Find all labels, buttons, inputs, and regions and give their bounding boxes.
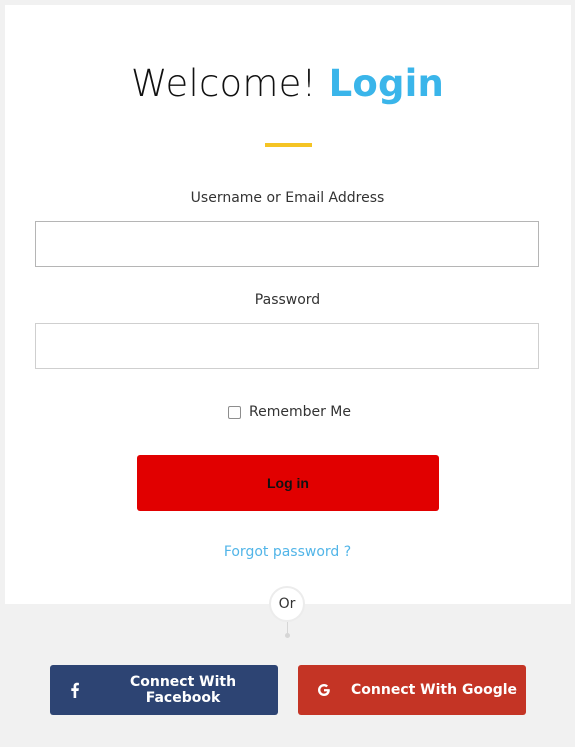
remember-checkbox[interactable] xyxy=(228,405,241,419)
title-welcome: Welcome! xyxy=(130,62,317,105)
title-divider xyxy=(265,143,312,147)
page-title: Welcome! Login xyxy=(0,62,575,105)
title-login: Login xyxy=(328,62,445,105)
remember-label: Remember Me xyxy=(249,404,351,420)
facebook-connect-button[interactable]: Connect With Facebook xyxy=(50,665,278,715)
login-button[interactable]: Log in xyxy=(137,455,439,511)
forgot-password-link[interactable]: Forgot password ? xyxy=(0,544,575,560)
username-field[interactable] xyxy=(35,221,539,267)
facebook-connect-label: Connect With Facebook xyxy=(129,674,237,706)
or-connector-dot xyxy=(285,633,290,638)
facebook-icon xyxy=(68,682,82,698)
password-label: Password xyxy=(254,292,321,308)
username-label: Username or Email Address xyxy=(190,190,385,206)
google-connect-label: Connect With Google xyxy=(351,682,518,698)
remember-me[interactable]: Remember Me xyxy=(228,403,351,421)
password-field[interactable] xyxy=(35,323,539,369)
or-separator: Or xyxy=(269,586,305,622)
google-icon xyxy=(317,682,331,698)
google-connect-button[interactable]: Connect With Google xyxy=(298,665,526,715)
